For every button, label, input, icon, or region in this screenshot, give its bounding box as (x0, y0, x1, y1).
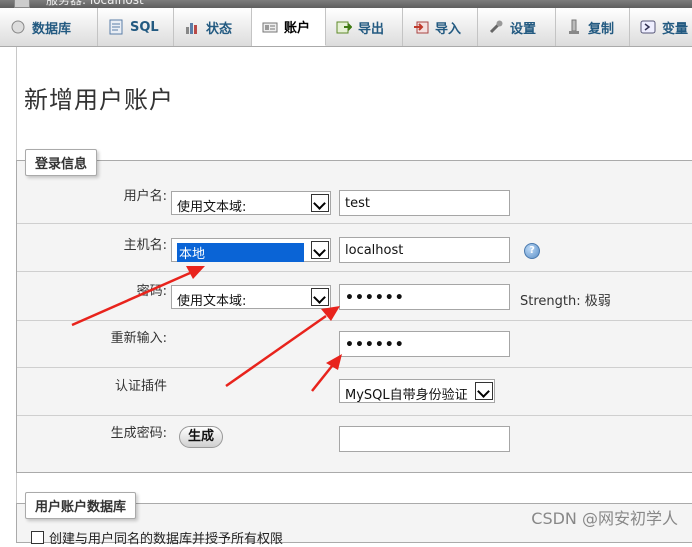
hostname-row: 主机名: 本地 localhost ? (17, 224, 692, 272)
generated-password-input[interactable] (339, 426, 510, 452)
password-row: 密码: 使用文本域: •••••• Strength: 极弱 (17, 272, 692, 321)
tab-sql[interactable]: SQL (98, 8, 174, 46)
chevron-down-icon (311, 241, 329, 259)
retype-password-input[interactable]: •••••• (339, 331, 510, 357)
auth-plugin-row: 认证插件 MySQL自带身份验证 (17, 368, 692, 416)
password-type-select[interactable]: 使用文本域: (171, 285, 331, 309)
create-db-checkbox[interactable] (31, 531, 44, 544)
retype-row: 重新输入: •••••• (17, 321, 692, 368)
generate-password-label: 生成密码: (110, 426, 167, 441)
username-input[interactable]: test (339, 190, 510, 216)
generate-password-row: 生成密码: 生成 (17, 416, 692, 472)
tab-replication[interactable]: 复制 (556, 8, 630, 46)
settings-icon (488, 19, 504, 35)
status-icon (184, 19, 200, 35)
server-bar: 服务器: localhost (0, 0, 692, 8)
tab-export[interactable]: 导出 (326, 8, 403, 46)
username-row: 用户名: 使用文本域: test (17, 161, 692, 224)
auth-plugin-select[interactable]: MySQL自带身份验证 (339, 379, 495, 403)
help-icon[interactable]: ? (524, 243, 540, 259)
user-db-legend: 用户账户数据库 (25, 492, 137, 519)
tab-label: 数据库 (32, 21, 72, 37)
tab-accounts[interactable]: 账户 (252, 8, 326, 46)
tab-label: 状态 (206, 21, 233, 37)
server-icon (14, 0, 30, 8)
username-label: 用户名: (123, 189, 167, 204)
tab-label: 复制 (588, 21, 615, 37)
username-type-select[interactable]: 使用文本域: (171, 191, 331, 215)
password-input[interactable]: •••••• (339, 284, 510, 310)
chevron-down-icon (475, 382, 493, 400)
accounts-icon (262, 19, 278, 35)
database-icon (10, 19, 26, 35)
hostname-type-select[interactable]: 本地 (171, 238, 331, 262)
tab-status[interactable]: 状态 (174, 8, 252, 46)
watermark: CSDN @网安初学人 (531, 509, 678, 528)
import-icon (413, 19, 429, 35)
page-title: 新增用户账户 (24, 86, 174, 114)
password-strength: Strength: 极弱 (520, 294, 611, 309)
hostname-label: 主机名: (123, 238, 167, 253)
chevron-down-icon (311, 194, 329, 212)
tab-label: 导入 (435, 21, 462, 37)
generate-password-button[interactable]: 生成 (179, 426, 224, 448)
tab-label: 设置 (510, 21, 537, 37)
tab-variables[interactable]: 变量 (630, 8, 692, 46)
top-tabs: 数据库 SQL 状态 账户 导出 导入 设置 复制 变量 (0, 8, 692, 47)
tab-label: SQL (130, 19, 159, 35)
password-label: 密码: (136, 284, 167, 299)
tab-import[interactable]: 导入 (403, 8, 478, 46)
tab-label: 导出 (358, 21, 385, 37)
tab-label: 变量 (662, 21, 689, 37)
create-db-label: 创建与用户同名的数据库并授予所有权限 (49, 532, 284, 547)
tab-label: 账户 (284, 21, 311, 36)
server-title[interactable]: 服务器: localhost (46, 0, 144, 8)
replication-icon (566, 19, 582, 35)
tab-settings[interactable]: 设置 (478, 8, 556, 46)
tab-databases[interactable]: 数据库 (0, 8, 98, 46)
chevron-down-icon (311, 288, 329, 306)
sql-icon (108, 19, 124, 35)
variables-icon (640, 19, 656, 35)
auth-plugin-label: 认证插件 (114, 379, 167, 394)
login-info-fieldset: 登录信息 用户名: 使用文本域: test 主机名: 本地 localhost … (16, 149, 692, 473)
hostname-input[interactable]: localhost (339, 237, 510, 263)
retype-label: 重新输入: (110, 331, 167, 346)
export-icon (336, 19, 353, 35)
